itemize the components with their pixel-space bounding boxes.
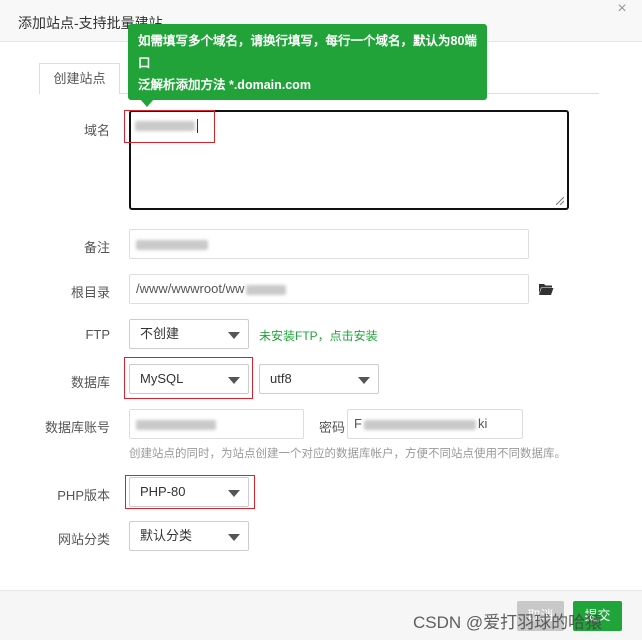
site-category-select[interactable]: 默认分类: [129, 521, 249, 551]
remark-label: 备注: [83, 240, 110, 255]
root-dir-label: 根目录: [70, 285, 110, 300]
db-password-input[interactable]: Fki: [347, 409, 523, 439]
database-highlight-box: [124, 357, 253, 399]
chevron-down-icon: [228, 534, 240, 541]
password-suffix: ki: [477, 416, 488, 431]
ftp-label: FTP: [85, 327, 110, 342]
db-account-hint: 创建站点的同时，为站点创建一个对应的数据库帐户，方便不同站点使用不同数据库。: [129, 448, 566, 460]
site-category-label: 网站分类: [57, 532, 110, 547]
text-cursor: [197, 119, 198, 133]
close-icon[interactable]: ×: [608, 0, 636, 22]
charset-select[interactable]: utf8: [259, 364, 379, 394]
ftp-selected-value: 不创建: [140, 326, 180, 341]
watermark-text: CSDN @爱打羽球的哈猿: [413, 613, 603, 632]
db-account-input[interactable]: [129, 409, 304, 439]
root-dir-value: /www/wwwroot/ww: [136, 281, 245, 296]
tooltip-line-2: 泛解析添加方法 *.domain.com: [138, 78, 311, 92]
php-version-label: PHP版本: [57, 488, 110, 503]
redacted-db-account: [136, 419, 216, 430]
tab-create-site[interactable]: 创建站点: [39, 63, 120, 94]
domain-help-tooltip: 如需填写多个域名，请换行填写，每行一个域名，默认为80端口 泛解析添加方法 *.…: [128, 24, 487, 114]
redacted-password: [363, 419, 476, 430]
password-label: 密码: [319, 420, 346, 435]
database-label: 数据库: [70, 375, 110, 390]
domain-label: 域名: [83, 123, 110, 138]
install-ftp-link[interactable]: 未安装FTP，点击安装: [259, 327, 378, 344]
folder-open-icon[interactable]: [538, 282, 554, 296]
redacted-root-suffix: [246, 284, 287, 295]
redacted-domain-value: [135, 121, 195, 131]
ftp-select[interactable]: 不创建: [129, 319, 249, 349]
remark-input[interactable]: [129, 229, 529, 259]
password-prefix: F: [354, 416, 362, 431]
chevron-down-icon: [358, 377, 370, 384]
tooltip-arrow: [140, 99, 154, 107]
domain-highlight-box: [124, 110, 215, 143]
redacted-remark-value: [136, 239, 208, 250]
resize-grip-icon[interactable]: [556, 197, 564, 205]
db-account-label: 数据库账号: [44, 420, 110, 435]
charset-selected-value: utf8: [270, 371, 292, 386]
php-highlight-box: [125, 475, 255, 509]
root-dir-input[interactable]: /www/wwwroot/ww: [129, 274, 529, 304]
category-selected-value: 默认分类: [140, 528, 193, 543]
chevron-down-icon: [228, 332, 240, 339]
tooltip-line-1: 如需填写多个域名，请换行填写，每行一个域名，默认为80端口: [138, 34, 477, 70]
